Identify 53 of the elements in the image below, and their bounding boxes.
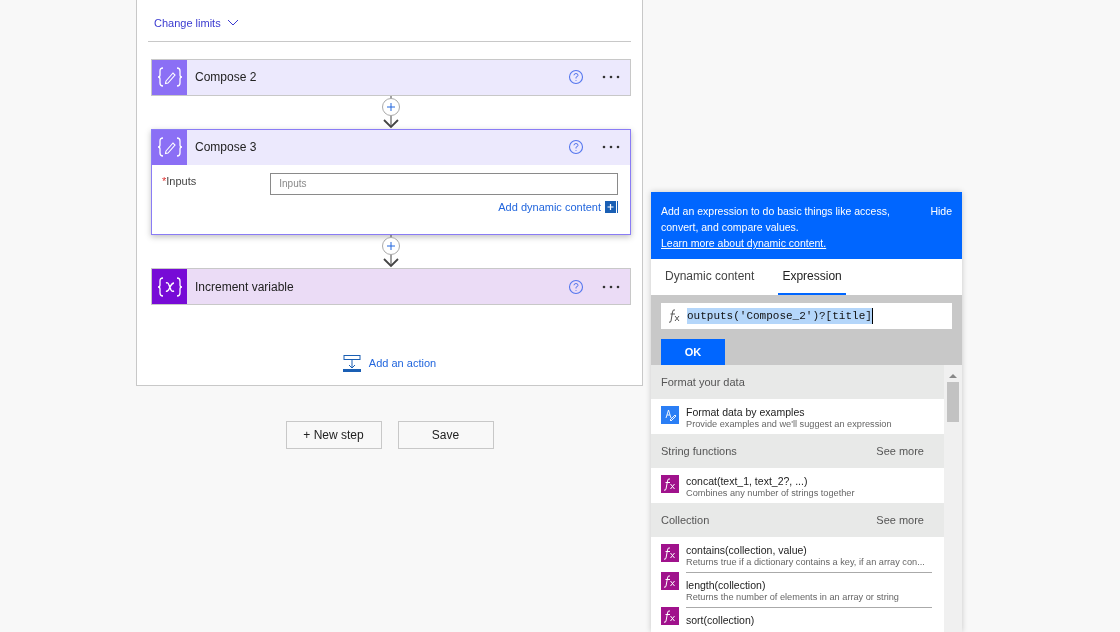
see-more-link[interactable]: See more [876, 511, 924, 529]
format-icon [661, 406, 679, 424]
function-name: sort(collection) [686, 614, 756, 626]
panel-tab[interactable]: Dynamic content [661, 259, 759, 295]
add-step-connector[interactable] [379, 235, 403, 268]
function-description: Returns true if a dictionary contains a key, if an array con... [686, 556, 926, 568]
add-action-icon[interactable] [342, 355, 361, 372]
function-description: Provide examples and we'll suggest an expression [686, 418, 893, 430]
function-icon [661, 475, 679, 493]
step-title: Increment variable [195, 278, 295, 296]
help-icon[interactable] [568, 139, 584, 155]
required-mark: * [162, 173, 167, 189]
section-title: Collection [661, 512, 710, 528]
ok-button[interactable]: OK [661, 339, 725, 365]
inputs-field[interactable]: Inputs [270, 172, 618, 195]
function-icon [661, 607, 679, 625]
add-step-connector[interactable] [379, 95, 403, 129]
step-card[interactable]: Compose 3 *Inputs Inputs Add dynamic content [151, 128, 631, 235]
function-name: concat(text_1, text_2?, ...) [686, 475, 809, 487]
function-name: Format data by examples [686, 406, 806, 418]
change-limits-link[interactable]: Change limits [154, 15, 221, 32]
section-title: Format your data [661, 374, 745, 390]
chevron-down-icon[interactable] [226, 19, 239, 28]
function-name: contains(collection, value) [686, 544, 808, 556]
function-name: length(collection) [686, 579, 767, 591]
add-dynamic-content-link[interactable]: Add dynamic content [498, 198, 601, 215]
function-description: Returns the number of elements in an array or string [686, 591, 900, 603]
step-title: Compose 2 [195, 69, 258, 86]
function-icon [661, 544, 679, 562]
field-label: Inputs [166, 173, 198, 189]
more-options-icon[interactable] [602, 145, 620, 149]
section-title: String functions [661, 443, 737, 459]
save-button[interactable]: Save [397, 421, 494, 449]
info-text: Add an expression to do basic things like access, convert, and compare values. Learn more about dynamic content. [661, 204, 891, 251]
hide-link[interactable]: Hide [930, 203, 952, 251]
learn-more-link[interactable]: Learn more about dynamic content. [661, 237, 827, 249]
function-description: Combines any number of strings together [686, 487, 856, 499]
expression-field[interactable]: outputs('Compose_2')?[title] [661, 303, 952, 329]
more-options-icon[interactable] [602, 75, 620, 79]
help-icon[interactable] [568, 278, 584, 295]
step-title: Compose 3 [195, 139, 258, 156]
see-more-link[interactable]: See more [876, 442, 924, 460]
function-item[interactable]: sort(collection) [651, 607, 944, 632]
add-icon[interactable] [605, 200, 618, 213]
add-action-link[interactable]: Add an action [368, 355, 437, 372]
step-card[interactable]: Compose 2 [151, 58, 631, 96]
scrollbar[interactable] [944, 365, 962, 632]
help-icon[interactable] [568, 69, 584, 85]
more-options-icon[interactable] [602, 284, 620, 289]
function-icon [667, 308, 681, 324]
step-card[interactable]: Increment variable [151, 268, 631, 305]
function-icon [661, 572, 679, 590]
new-step-button[interactable]: + New step [285, 421, 382, 449]
